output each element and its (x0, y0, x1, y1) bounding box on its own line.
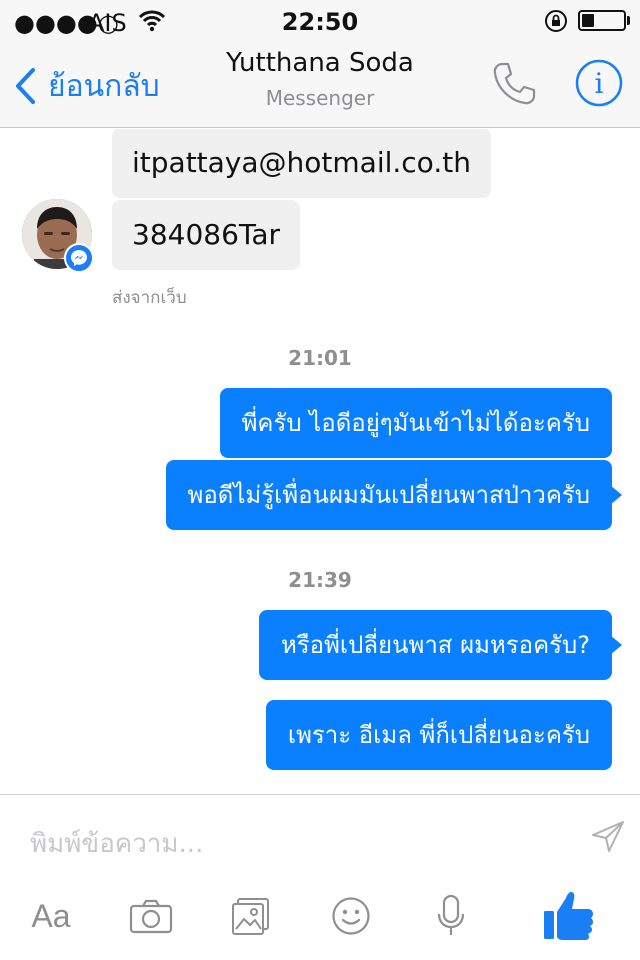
call-button[interactable] (488, 58, 540, 110)
sent-from-label: ส่งจากเว็บ (112, 288, 187, 308)
outgoing-message[interactable]: พอดีไม่รู้เพื่อนผมมันเปลี่ยนพาสป่าวครับ (165, 460, 622, 530)
info-icon: i (575, 59, 623, 107)
battery-tip (627, 16, 630, 25)
back-button[interactable]: ย้อนกลับ (14, 64, 160, 108)
message-timestamp: 21:01 (288, 346, 352, 370)
outgoing-message-text: เพราะ อีเมล พี่ก็เปลี่ยนอะครับ (287, 721, 590, 749)
thumbs-up-icon (544, 892, 593, 940)
message-input[interactable]: พิมพ์ข้อความ... (30, 823, 203, 864)
outgoing-message[interactable]: พี่ครับ ไอดีอยู่ๆมันเข้าไม่ได้อะครับ (219, 388, 612, 458)
outgoing-message[interactable]: เพราะ อีเมล พี่ก็เปลี่ยนอะครับ (265, 700, 612, 770)
battery-level (582, 14, 594, 27)
contact-subtitle: Messenger (265, 86, 375, 110)
info-button[interactable]: i (574, 58, 624, 108)
bubble-tail (610, 485, 622, 505)
like-button[interactable] (538, 885, 598, 945)
bubble-tail (610, 635, 622, 655)
composer-bar: พิมพ์ข้อความ... Aa (0, 794, 640, 960)
svg-text:i: i (595, 67, 604, 100)
contact-name[interactable]: Yutthana Soda (170, 48, 470, 78)
battery-icon (578, 10, 626, 31)
rotation-lock-icon (544, 9, 568, 37)
voice-button[interactable] (426, 891, 476, 941)
back-button-label: ย้อนกลับ (48, 68, 160, 104)
photo-gallery-icon (232, 898, 269, 935)
outgoing-message[interactable]: หรือพี่เปลี่ยนพาส ผมหรอครับ? (258, 610, 622, 680)
outgoing-message-text: พี่ครับ ไอดีอยู่ๆมันเข้าไม่ได้อะครับ (241, 409, 590, 437)
font-button-label: Aa (31, 897, 71, 934)
navigation-bar: ย้อนกลับ Yutthana Soda Messenger i (0, 40, 640, 128)
outgoing-message-text: หรือพี่เปลี่ยนพาส ผมหรอครับ? (280, 631, 590, 659)
camera-button[interactable] (126, 891, 176, 941)
photo-button[interactable] (226, 891, 276, 941)
status-bar: ●●●●○ AIS 22:50 (0, 0, 640, 40)
message-timestamp: 21:39 (288, 568, 352, 592)
chevron-left-icon (16, 68, 35, 104)
microphone-icon (437, 894, 465, 935)
message-thread[interactable]: itpattaya@hotmail.co.th 384086Tar ส่งจาก… (0, 129, 640, 794)
smiley-icon (332, 897, 370, 935)
outgoing-message-text: พอดีไม่รู้เพื่อนผมมันเปลี่ยนพาสป่าวครับ (187, 481, 590, 509)
incoming-message[interactable]: itpattaya@hotmail.co.th (112, 129, 491, 198)
incoming-message[interactable]: 384086Tar (112, 200, 301, 270)
messenger-badge-icon (64, 243, 94, 273)
font-button[interactable]: Aa (26, 891, 76, 941)
camera-icon (129, 899, 173, 934)
phone-icon (493, 62, 536, 105)
send-icon[interactable] (590, 819, 626, 859)
sticker-button[interactable] (326, 891, 376, 941)
